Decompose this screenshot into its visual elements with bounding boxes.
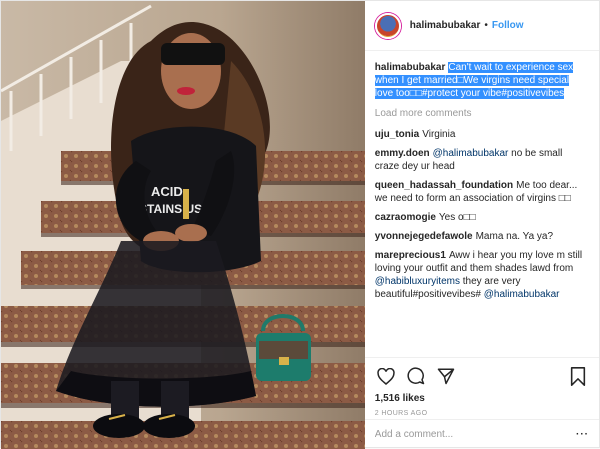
comment-item: queen_hadassah_foundation Me too dear... …	[375, 179, 589, 205]
load-more-comments-button[interactable]: Load more comments	[375, 108, 589, 119]
comment-item: mareprecious1 Aww i hear you my love m st…	[375, 249, 589, 301]
shirt-text-2: STAINS US	[139, 202, 202, 216]
post-caption: halimabubakar Can't wait to experience se…	[374, 61, 589, 100]
comment-item: uju_tonia Virginia	[375, 128, 589, 141]
follow-button[interactable]: Follow	[492, 20, 524, 31]
post-timestamp: 2 HOURS AGO	[374, 410, 428, 417]
comment-username[interactable]: emmy.doen	[375, 148, 430, 159]
comment-mention[interactable]: @halimabubakar	[484, 289, 560, 300]
comment-item: yvonnejegedefawole Mama na. Ya ya?	[375, 230, 589, 243]
comment-username[interactable]: mareprecious1	[375, 250, 446, 261]
add-comment-input[interactable]	[374, 429, 570, 440]
comments-section[interactable]: halimabubakar Can't wait to experience se…	[365, 51, 599, 357]
action-icons	[375, 364, 589, 388]
comment-mention[interactable]: @habibluxuryitems	[375, 276, 460, 287]
share-icon[interactable]	[435, 365, 457, 387]
post-actions: 1,516 likes 2 HOURS AGO	[364, 357, 599, 419]
caption-username[interactable]: halimabubakar	[375, 62, 446, 73]
shirt-text-1: ACID	[151, 184, 183, 199]
comment-icon[interactable]	[405, 365, 427, 387]
comment-username[interactable]: yvonnejegedefawole	[375, 231, 473, 242]
avatar[interactable]	[374, 12, 401, 39]
instagram-post: ACID STAINS US halimabubakar • Follow ha…	[0, 0, 600, 449]
add-comment-bar: ···	[364, 419, 599, 449]
post-photo[interactable]: ACID STAINS US	[1, 1, 365, 449]
header-username[interactable]: halimabubakar	[410, 20, 481, 31]
comment-mention[interactable]: @halimabubakar	[433, 148, 509, 159]
comment-item: cazraomogie Yes o□□	[375, 211, 589, 224]
comment-text: Yes o□□	[438, 212, 476, 223]
more-icon[interactable]: ···	[576, 429, 589, 440]
post-header: halimabubakar • Follow	[364, 1, 599, 51]
comment-item: emmy.doen @halimabubakar no be small craz…	[375, 147, 589, 173]
bookmark-icon[interactable]	[567, 365, 589, 387]
photo-illustration: ACID STAINS US	[1, 1, 365, 449]
comment-username[interactable]: queen_hadassah_foundation	[375, 180, 513, 191]
header-separator: •	[484, 20, 488, 31]
post-details-panel: halimabubakar • Follow halimabubakar Can'…	[364, 1, 599, 449]
comment-text: Mama na. Ya ya?	[475, 231, 554, 242]
comment-username[interactable]: cazraomogie	[375, 212, 436, 223]
comment-text: Virginia	[422, 129, 456, 140]
comment-username[interactable]: uju_tonia	[375, 129, 419, 140]
heart-icon[interactable]	[375, 365, 397, 387]
likes-count[interactable]: 1,516 likes	[375, 393, 589, 404]
